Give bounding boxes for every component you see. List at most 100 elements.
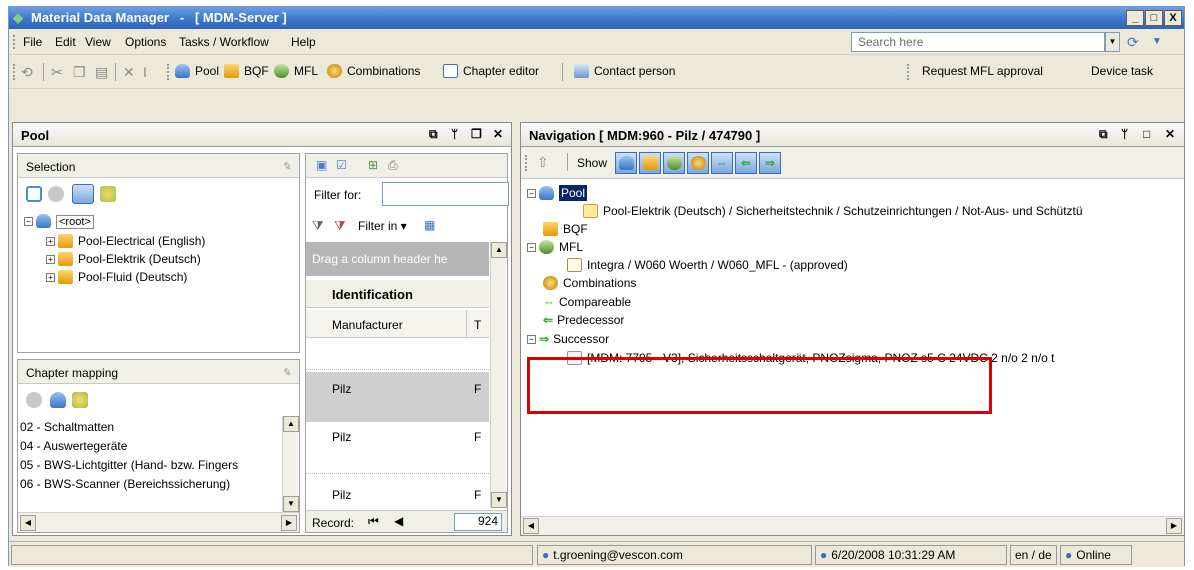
minimize-button[interactable]: _: [1126, 10, 1144, 26]
tree-node-mfl-entry[interactable]: Integra / W060 Woerth / W060_MFL - (appr…: [567, 258, 848, 272]
grid-vertical-scrollbar[interactable]: ▲ ▼: [490, 242, 507, 508]
toolbar-grip[interactable]: [525, 155, 528, 171]
show-bqf-toggle[interactable]: [639, 152, 661, 174]
pool-toggle-icon[interactable]: [72, 184, 94, 204]
tree-node-predecessor[interactable]: ⇐ Predecessor: [543, 313, 624, 325]
bqf-button[interactable]: BQF: [224, 64, 269, 78]
clear-filter-icon[interactable]: ⧩: [334, 218, 346, 234]
tree-item[interactable]: + Pool-Electrical (English): [46, 234, 205, 248]
paste-icon[interactable]: ▤: [95, 64, 108, 81]
toolbar-grip[interactable]: [167, 64, 170, 80]
filter-icon[interactable]: ⧩: [312, 218, 324, 234]
show-compareable-toggle[interactable]: ⇔: [711, 152, 733, 174]
list-item[interactable]: 04 - Auswertegeräte: [20, 439, 127, 453]
approve-icon[interactable]: ☑: [336, 158, 347, 172]
copy-icon[interactable]: ❐: [73, 64, 86, 81]
check-icon[interactable]: [26, 392, 42, 408]
pin-icon[interactable]: ✎: [282, 366, 291, 379]
refresh-icon[interactable]: ⟲: [21, 64, 33, 81]
horizontal-scrollbar[interactable]: ◀ ▶: [521, 516, 1184, 535]
filter-row[interactable]: [306, 340, 489, 370]
close-icon[interactable]: ✕: [1165, 127, 1176, 141]
pin-icon[interactable]: ᛘ: [1121, 127, 1129, 141]
pool-button[interactable]: Pool: [175, 64, 219, 78]
column-header[interactable]: Manufacturer T: [306, 310, 489, 338]
pin-icon[interactable]: ᛘ: [451, 127, 459, 141]
maximize-button[interactable]: □: [1145, 10, 1163, 26]
tree-item[interactable]: + Pool-Elektrik (Deutsch): [46, 252, 201, 266]
scroll-up-icon[interactable]: ▲: [283, 416, 299, 432]
up-icon[interactable]: ⇧: [537, 154, 549, 171]
export-icon[interactable]: ⊞: [368, 158, 378, 172]
previous-record-icon[interactable]: ◀: [394, 514, 403, 528]
scroll-left-icon[interactable]: ◀: [523, 518, 539, 534]
close-button[interactable]: X: [1164, 10, 1182, 26]
edit-icon[interactable]: [26, 186, 42, 202]
float-icon[interactable]: ⧉: [1099, 127, 1109, 142]
table-row[interactable]: Pilz F: [306, 424, 489, 474]
list-item[interactable]: 05 - BWS-Lichtgitter (Hand- bzw. Fingers: [20, 458, 238, 472]
edit-icon[interactable]: ▣: [316, 158, 327, 172]
cut-icon[interactable]: ✂: [51, 64, 63, 81]
tree-root[interactable]: − <root>: [24, 214, 94, 229]
tree-node-pool-path[interactable]: Pool-Elektrik (Deutsch) / Sicherheitstec…: [583, 204, 1083, 218]
tree-node-compareable[interactable]: ⇔ Compareable: [543, 295, 631, 309]
menu-view[interactable]: View: [85, 35, 111, 49]
restore-icon[interactable]: ❐: [471, 127, 483, 141]
filter-in-dropdown[interactable]: Filter in ▾: [358, 219, 407, 233]
scroll-right-icon[interactable]: ▶: [1166, 518, 1182, 534]
check-icon[interactable]: [48, 186, 64, 202]
request-mfl-approval-button[interactable]: Request MFL approval: [922, 64, 1043, 78]
menu-grip[interactable]: [13, 35, 16, 49]
bqf-toggle-icon[interactable]: [72, 392, 88, 408]
table-row[interactable]: Pilz F: [306, 372, 489, 422]
scroll-right-icon[interactable]: ▶: [281, 515, 297, 531]
tree-item[interactable]: + Pool-Fluid (Deutsch): [46, 270, 187, 284]
list-item[interactable]: 02 - Schaltmatten: [20, 420, 114, 434]
record-input[interactable]: 924: [454, 513, 502, 531]
scroll-down-icon[interactable]: ▼: [491, 492, 507, 508]
combinations-button[interactable]: Combinations: [327, 64, 420, 78]
list-item[interactable]: 06 - BWS-Scanner (Bereichssicherung): [20, 477, 230, 491]
close-icon[interactable]: ✕: [493, 127, 504, 141]
toolbar-grip[interactable]: [907, 64, 910, 80]
delete-icon[interactable]: ✕: [123, 64, 135, 81]
search-input[interactable]: Search here: [851, 32, 1105, 52]
print-icon[interactable]: ⎙: [388, 158, 398, 173]
tree-node-mfl[interactable]: − MFL: [527, 240, 583, 254]
first-record-icon[interactable]: ⏮: [368, 514, 379, 529]
show-combinations-toggle[interactable]: [687, 152, 709, 174]
maximize-icon[interactable]: □: [1143, 127, 1151, 141]
filter-options-icon[interactable]: ▦: [424, 218, 435, 232]
toolbar-grip[interactable]: [13, 64, 16, 80]
pool-toggle-icon[interactable]: [50, 392, 66, 408]
scroll-down-icon[interactable]: ▼: [283, 496, 299, 512]
contact-person-button[interactable]: Contact person: [574, 64, 675, 78]
horizontal-scrollbar[interactable]: ◀ ▶: [18, 512, 299, 532]
show-predecessor-toggle[interactable]: ⇐: [735, 152, 757, 174]
table-row[interactable]: Pilz F: [306, 476, 489, 506]
tree-node-bqf[interactable]: BQF: [543, 222, 588, 236]
scroll-left-icon[interactable]: ◀: [20, 515, 36, 531]
menu-options[interactable]: Options: [125, 35, 166, 49]
menu-help[interactable]: Help: [291, 35, 316, 49]
menu-tasks-workflow[interactable]: Tasks / Workflow: [179, 35, 269, 49]
pin-icon[interactable]: ✎: [282, 160, 291, 173]
status-language[interactable]: en / de: [1010, 545, 1057, 565]
chapter-editor-button[interactable]: Chapter editor: [443, 64, 539, 78]
show-successor-toggle[interactable]: ⇒: [759, 152, 781, 174]
tree-node-pool[interactable]: − Pool: [527, 185, 588, 201]
float-icon[interactable]: ⧉: [429, 127, 439, 142]
scroll-up-icon[interactable]: ▲: [491, 242, 507, 258]
vertical-scrollbar[interactable]: ▲ ▼: [282, 416, 299, 512]
menu-edit[interactable]: Edit: [55, 35, 76, 49]
search-dropdown-icon[interactable]: ▼: [1105, 32, 1120, 52]
bqf-toggle-icon[interactable]: [100, 186, 116, 202]
show-pool-toggle[interactable]: [615, 152, 637, 174]
filter-input[interactable]: [382, 182, 509, 206]
search-options-icon[interactable]: ▼: [1152, 36, 1162, 47]
search-go-icon[interactable]: ⟳: [1127, 34, 1139, 51]
tree-node-successor[interactable]: − ⇒ Successor: [527, 332, 609, 346]
mfl-button[interactable]: MFL: [274, 64, 318, 78]
tree-node-combinations[interactable]: Combinations: [543, 276, 636, 290]
